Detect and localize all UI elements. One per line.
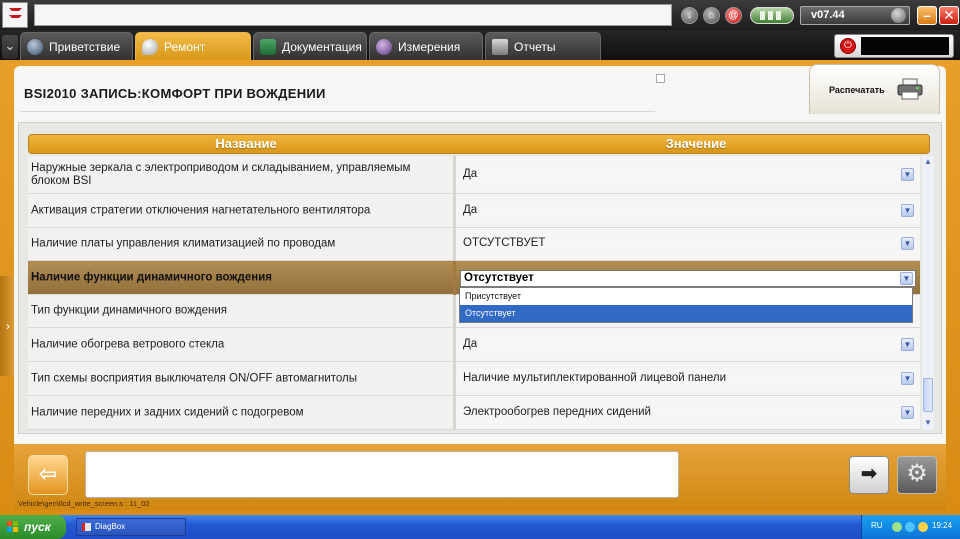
version-label: v07.44 [811,9,845,21]
row-name: Наличие платы управления климатизацией п… [31,237,336,250]
taskbar-item-diagbox[interactable]: DiagBox [76,518,186,536]
app-window-icon [82,523,91,531]
power-button[interactable]: ⏻ [834,34,954,58]
table-row[interactable]: Наличие платы управления климатизацией п… [28,228,920,261]
table-header: Название Значение [28,134,930,154]
dropdown-arrow-icon[interactable]: ▼ [901,203,914,217]
minimize-button[interactable]: – [917,6,937,25]
tab-documentation[interactable]: Документация [253,32,367,62]
title-bar: ↓ ⌂ @ v07.44 – ✕ [0,0,960,30]
tab-repair[interactable]: Ремонт [135,32,251,62]
row-name: Наружные зеркала с электроприводом и скл… [31,161,411,187]
dropdown-arrow-icon[interactable]: ▼ [901,167,914,181]
tray-app-icon[interactable] [905,522,915,532]
dropdown-arrow-icon[interactable]: ▼ [901,337,914,351]
column-header-value: Значение [665,136,727,151]
windows-flag-icon [7,521,19,533]
tab-measurements[interactable]: Измерения [369,32,483,62]
printer-icon [897,78,923,100]
table-row[interactable]: Тип схемы восприятия выключателя ON/OFF … [28,362,920,396]
title-field [34,4,672,26]
network-icon[interactable] [892,522,902,532]
row-name: Тип функции динамичного вождения [31,304,227,317]
dropdown-arrow-icon[interactable]: ▼ [901,405,914,419]
language-indicator[interactable]: RU [871,521,883,530]
collapse-icon[interactable] [656,74,665,83]
page-title: BSI2010 ЗАПИСЬ:КОМФОРТ ПРИ ВОЖДЕНИИ [24,86,326,101]
info-knob-icon[interactable] [891,8,906,23]
tab-reports[interactable]: Отчеты [485,32,601,62]
clock: 19:24 [932,521,953,530]
table-row[interactable]: Активация стратегии отключения нагнетате… [28,194,920,228]
volume-icon[interactable] [918,522,928,532]
table-row[interactable]: Наличие обогрева ветрового стекла Да ▼ [28,328,920,362]
next-button[interactable]: ➡ [849,456,889,494]
version-box: v07.44 [800,6,910,25]
close-button[interactable]: ✕ [939,6,959,25]
value-select[interactable]: ОТСУТСТВУЕТ ▼ [460,234,916,254]
row-name: Наличие обогрева ветрового стекла [31,338,225,350]
row-name: Тип схемы восприятия выключателя ON/OFF … [31,372,357,384]
download-icon[interactable]: ↓ [681,7,698,24]
main-tab-bar: ⌄ Приветствие Ремонт Документация Измере… [0,30,960,62]
dropdown-option[interactable]: Присутствует [460,288,912,305]
scroll-up-icon[interactable]: ▲ [923,157,933,167]
value-select[interactable]: Да ▼ [460,334,916,355]
row-name: Наличие функции динамичного вождения [31,271,272,283]
dropdown-list: Присутствует Отсутствует [459,287,913,323]
scroll-thumb[interactable] [923,378,933,412]
table-row[interactable]: Наружные зеркала с электроприводом и скл… [28,156,920,194]
taskbar: пуск DiagBox RU 19:24 [0,515,960,539]
print-button[interactable]: Распечатать [809,64,940,114]
document-icon [492,39,508,55]
table-row[interactable]: Наличие передних и задних сидений с подо… [28,396,920,430]
connection-status-icon [750,7,794,24]
script-path: Vehicle\gen\tlcd_write_screen.s : 11_02 [18,499,150,508]
power-icon: ⏻ [840,38,856,54]
title-divider [20,111,655,112]
dropdown-arrow-icon[interactable]: ▼ [901,371,914,385]
redacted-area [861,37,949,55]
scroll-down-icon[interactable]: ▼ [923,418,933,428]
system-tray: RU 19:24 [861,515,960,539]
value-select[interactable]: Да ▼ [460,200,916,221]
dropdown-arrow-icon[interactable]: ▼ [900,272,913,285]
diagbox-window: ↓ ⌂ @ v07.44 – ✕ ⌄ Приветствие Ремонт До… [0,0,960,539]
row-name: Активация стратегии отключения нагнетате… [31,204,371,216]
magnifier-icon [142,39,158,55]
print-label: Распечатать [829,85,885,95]
value-select-open[interactable]: Отсутствует ▼ [460,270,916,287]
gear-icon[interactable]: ⚙ [897,456,937,494]
at-sign-icon[interactable]: @ [725,7,742,24]
column-header-name: Название [215,136,277,151]
dropdown-option-highlighted[interactable]: Отсутствует [460,305,912,322]
start-button[interactable]: пуск [0,515,66,539]
value-select[interactable]: Наличие мультиплектированной лицевой пан… [460,368,916,389]
value-select[interactable]: Электрообогрев передних сидений ▼ [460,402,916,423]
tab-welcome[interactable]: Приветствие [20,32,133,62]
globe-icon [27,39,43,55]
back-button[interactable]: ⇦ [28,455,68,495]
signal-icon [376,39,392,55]
brand-logo-icon [2,2,28,28]
dropdown-arrow-icon[interactable]: ▼ [901,237,914,250]
value-select[interactable]: Да ▼ [460,164,916,185]
vertical-scrollbar[interactable]: ▲ ▼ [922,156,934,430]
row-name: Наличие передних и задних сидений с подо… [31,406,304,418]
book-icon [260,39,276,55]
chevron-down-icon[interactable]: ⌄ [2,35,18,59]
message-box [85,451,679,498]
home-icon[interactable]: ⌂ [703,7,720,24]
